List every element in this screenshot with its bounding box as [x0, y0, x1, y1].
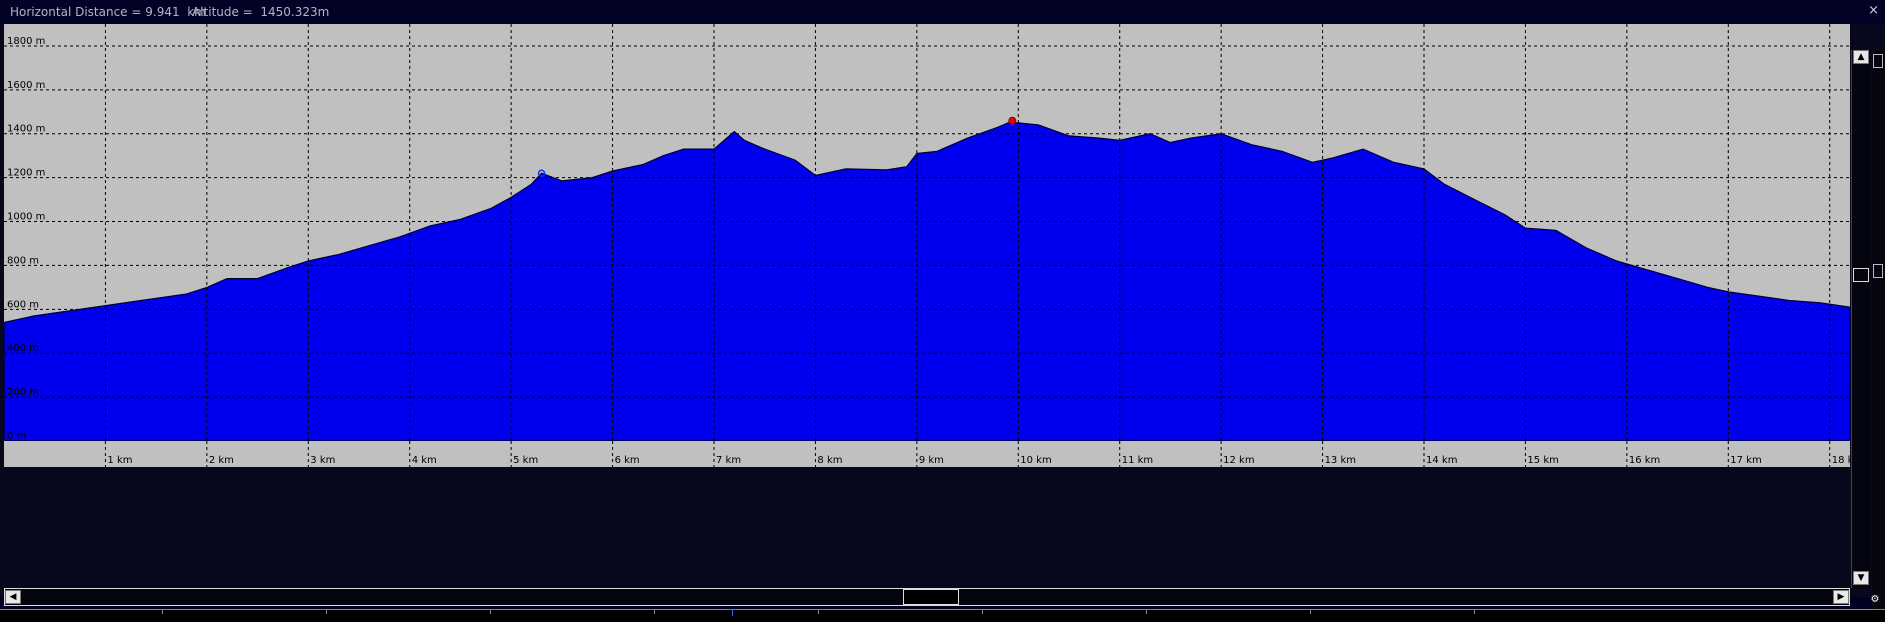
y-tick-label: 1600 m: [7, 80, 45, 91]
x-tick-label: 15 km: [1527, 455, 1558, 466]
ruler-tick: [654, 610, 655, 614]
y-tick-label: 1200 m: [7, 168, 45, 179]
scroll-right-button[interactable]: ▶: [1833, 590, 1849, 604]
y-tick-label: 0 m: [7, 431, 26, 442]
y-tick-label: 800 m: [7, 255, 39, 266]
ruler-tick: [1474, 610, 1475, 614]
x-tick-label: 1 km: [107, 455, 132, 466]
x-tick-label: 13 km: [1325, 455, 1356, 466]
scroll-left-button[interactable]: ◀: [5, 590, 21, 604]
ruler-tick: [818, 610, 819, 614]
profile-window: 0 m 200 m 400 m 600 m 800 m 1000 m 1200 m 1400 …: [0, 24, 1885, 622]
settings-icon[interactable]: ⚙: [1868, 594, 1882, 608]
y-tick-label: 1400 m: [7, 124, 45, 135]
scroll-up-button[interactable]: ▲: [1853, 50, 1869, 64]
x-tick-label: 3 km: [310, 455, 335, 466]
x-tick-label: 14 km: [1426, 455, 1457, 466]
close-icon[interactable]: ×: [1868, 3, 1879, 18]
ruler-tick: [1310, 610, 1311, 614]
x-tick-label: 9 km: [919, 455, 944, 466]
x-tick-label: 17 km: [1730, 455, 1761, 466]
x-tick-label: 2 km: [209, 455, 234, 466]
elevation-profile-chart[interactable]: 0 m 200 m 400 m 600 m 800 m 1000 m 1200 m 1400 …: [0, 24, 1851, 572]
scroll-down-button[interactable]: ▼: [1853, 571, 1869, 585]
y-tick-label: 600 m: [7, 299, 39, 310]
y-tick-label: 400 m: [7, 343, 39, 354]
info-bar: Horizontal Distance = 9.941 km Altitude …: [0, 0, 1885, 24]
x-tick-label: 4 km: [412, 455, 437, 466]
ruler-tick: [1146, 610, 1147, 614]
ruler-tick: [490, 610, 491, 614]
strip-up-icon[interactable]: [1873, 54, 1883, 68]
ruler-tick: [982, 610, 983, 614]
ruler-tick: [326, 610, 327, 614]
y-tick-label: 200 m: [7, 387, 39, 398]
ruler-position-marker: [732, 610, 733, 616]
vertical-scrollbar[interactable]: ▲ ▼: [1851, 50, 1870, 588]
current-position-marker: [1008, 116, 1017, 125]
x-tick-label: 7 km: [716, 455, 741, 466]
y-tick-label: 1800 m: [7, 36, 45, 47]
horizontal-scroll-thumb[interactable]: [903, 589, 959, 605]
x-tick-label: 5 km: [513, 455, 538, 466]
bottom-ruler: [0, 609, 1885, 622]
right-side-strip: [1872, 50, 1885, 610]
x-tick-label: 11 km: [1122, 455, 1153, 466]
x-tick-label: 6 km: [615, 455, 640, 466]
ruler-tick: [162, 610, 163, 614]
x-tick-label: 16 km: [1629, 455, 1660, 466]
x-tick-label: 18 km: [1832, 455, 1851, 466]
y-tick-label: 1000 m: [7, 212, 45, 223]
x-tick-label: 10 km: [1020, 455, 1051, 466]
horizontal-scrollbar[interactable]: ◀ ▶: [4, 588, 1850, 606]
vertical-scroll-thumb[interactable]: [1853, 268, 1869, 282]
altitude-readout: Altitude = 1450.323m: [192, 5, 330, 19]
strip-marker-icon[interactable]: [1873, 264, 1883, 278]
distance-readout: Horizontal Distance = 9.941 km: [10, 5, 206, 19]
x-tick-label: 8 km: [817, 455, 842, 466]
x-tick-label: 12 km: [1223, 455, 1254, 466]
